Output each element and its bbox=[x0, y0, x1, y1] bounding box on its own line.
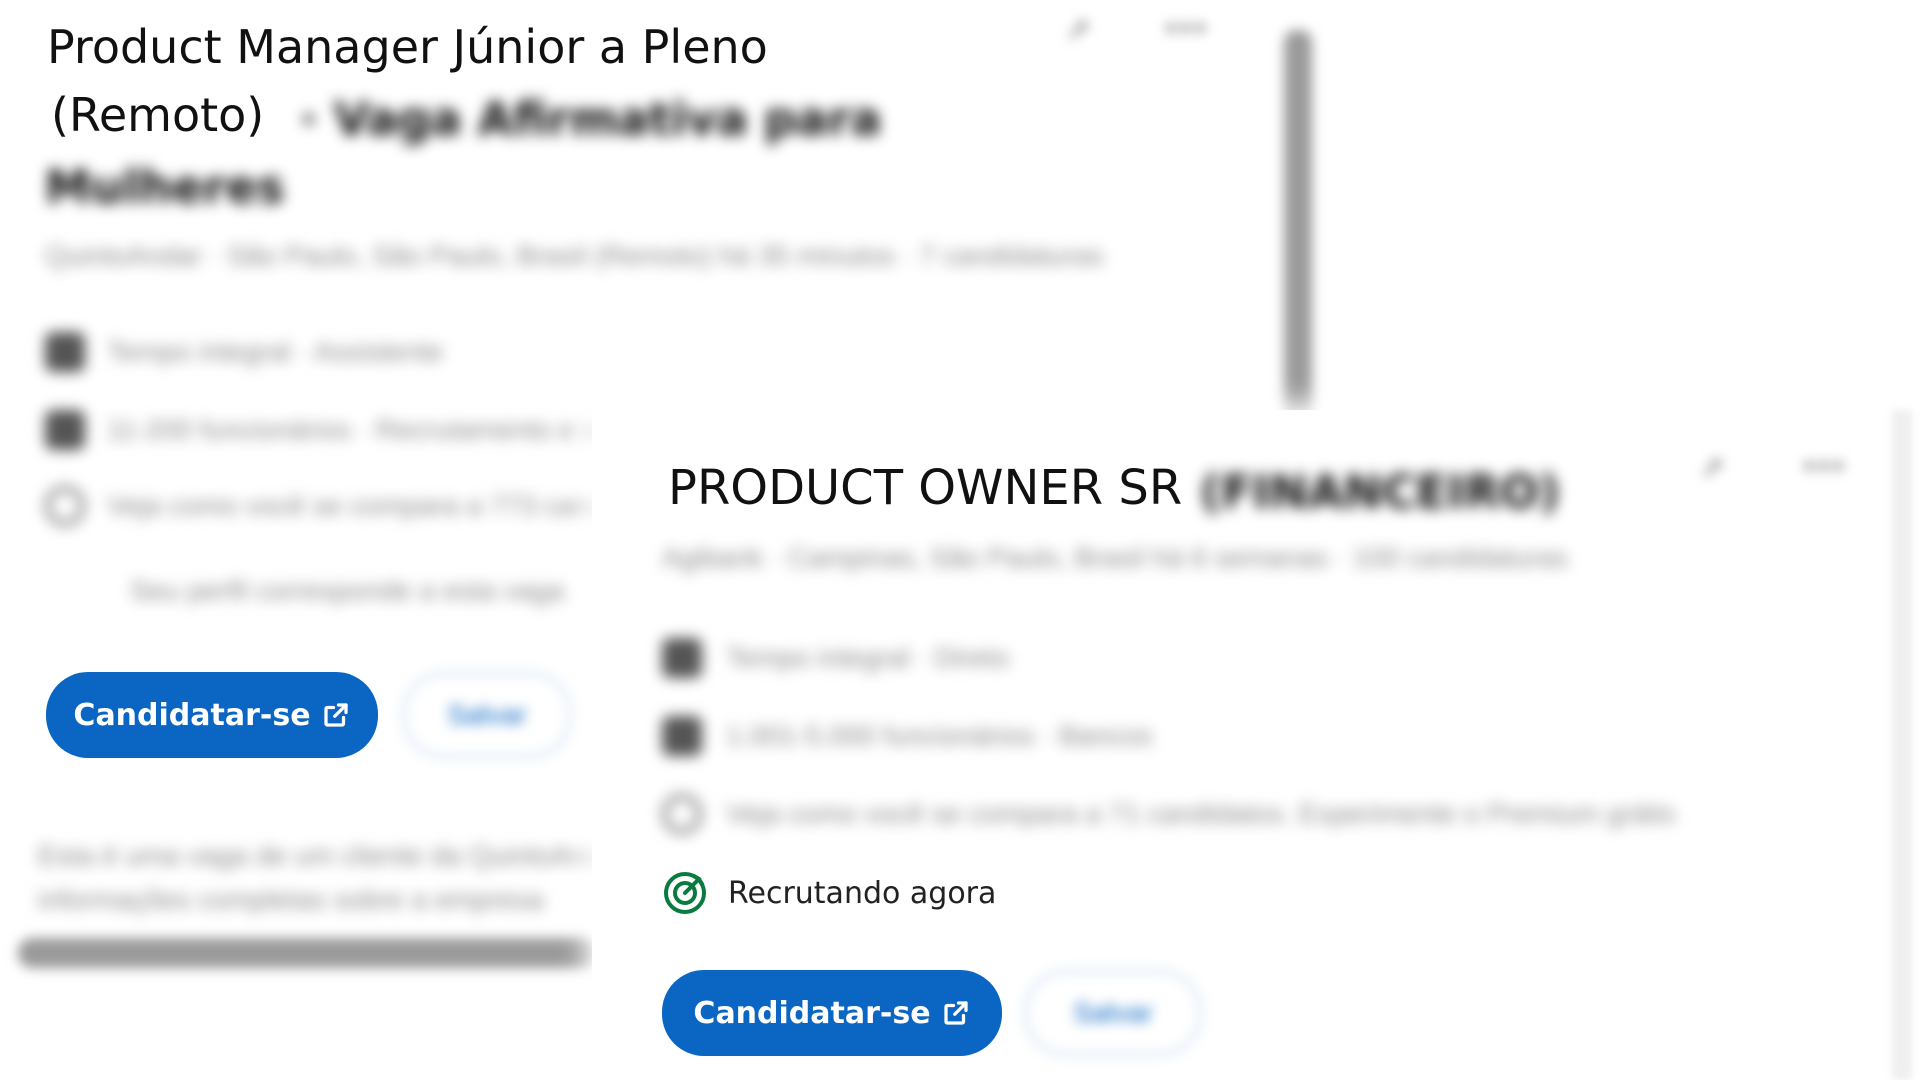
share-icon[interactable]: ➚ bbox=[1700, 450, 1752, 490]
job-title-rest: (FINANCEIRO) bbox=[1200, 465, 1561, 519]
job-type-text: Tempo integral · Direto bbox=[726, 642, 1010, 673]
apply-label: Candidatar-se bbox=[693, 995, 931, 1031]
apply-button[interactable]: Candidatar-se bbox=[662, 970, 1002, 1056]
briefcase-icon bbox=[662, 638, 702, 678]
company-size-text: 1.001-5.000 funcionários · Bancos bbox=[726, 720, 1153, 751]
scrollbar-horizontal[interactable] bbox=[18, 938, 598, 968]
save-button[interactable]: Salvar bbox=[402, 672, 572, 758]
building-icon bbox=[662, 716, 702, 756]
more-icon[interactable]: ••• bbox=[1166, 12, 1222, 52]
job-meta: Agibank · Campinas, São Paulo, Brasil há… bbox=[662, 542, 1568, 573]
external-link-icon bbox=[323, 703, 348, 727]
more-icon[interactable]: ••• bbox=[1804, 450, 1860, 490]
job-title-line-3: Mulheres bbox=[45, 160, 285, 214]
job-title: PRODUCT OWNER SR bbox=[662, 460, 1189, 516]
job-insight-row: 11-200 funcionários · Recrutamento e sel… bbox=[45, 410, 679, 450]
job-insight-row: Tempo integral · Direto bbox=[662, 638, 1009, 678]
job-title-line-1: Product Manager Júnior a Pleno bbox=[45, 20, 776, 74]
job-insight-row: Tempo integral · Assistente bbox=[45, 332, 443, 372]
job-description-line: informações completas sobre a empresa bbox=[38, 884, 544, 915]
profile-match-text: Seu perfil corresponde a esta vaga bbox=[130, 575, 565, 606]
job-card-front: ➚ ••• PRODUCT OWNER SR (FINANCEIRO) Agib… bbox=[592, 410, 1920, 1080]
briefcase-icon bbox=[45, 332, 85, 372]
share-icon[interactable]: ➚ bbox=[1066, 12, 1118, 52]
external-link-icon bbox=[943, 1001, 968, 1025]
recruiting-now-row: Recrutando agora bbox=[662, 870, 996, 916]
scrollbar-vertical[interactable] bbox=[1284, 30, 1312, 420]
apply-label: Candidatar-se bbox=[73, 697, 311, 733]
job-title-line-2: (Remoto) bbox=[45, 88, 271, 142]
building-icon bbox=[45, 410, 85, 450]
recruiting-label: Recrutando agora bbox=[728, 875, 997, 911]
job-meta: QuintoAndar · São Paulo, São Paulo, Bras… bbox=[45, 240, 1104, 271]
compare-icon bbox=[45, 486, 85, 526]
job-type-text: Tempo integral · Assistente bbox=[107, 336, 444, 367]
compare-icon bbox=[662, 794, 702, 834]
job-insight-row: Veja como você se compara a 71 candidato… bbox=[662, 794, 1675, 834]
job-title-rest: · Vaga Afirmativa para bbox=[300, 92, 882, 146]
job-insight-row: Veja como você se compara a 773 candidat… bbox=[45, 486, 680, 526]
job-insight-row: 1.001-5.000 funcionários · Bancos bbox=[662, 716, 1153, 756]
save-button[interactable]: Salvar bbox=[1024, 970, 1202, 1056]
scrollbar-track bbox=[1892, 410, 1912, 1080]
target-icon bbox=[664, 872, 706, 914]
apply-button[interactable]: Candidatar-se bbox=[46, 672, 378, 758]
compare-text: Veja como você se compara a 71 candidato… bbox=[726, 798, 1676, 829]
job-description-line: Esta é uma vaga de um cliente da QuintoA… bbox=[38, 840, 627, 871]
